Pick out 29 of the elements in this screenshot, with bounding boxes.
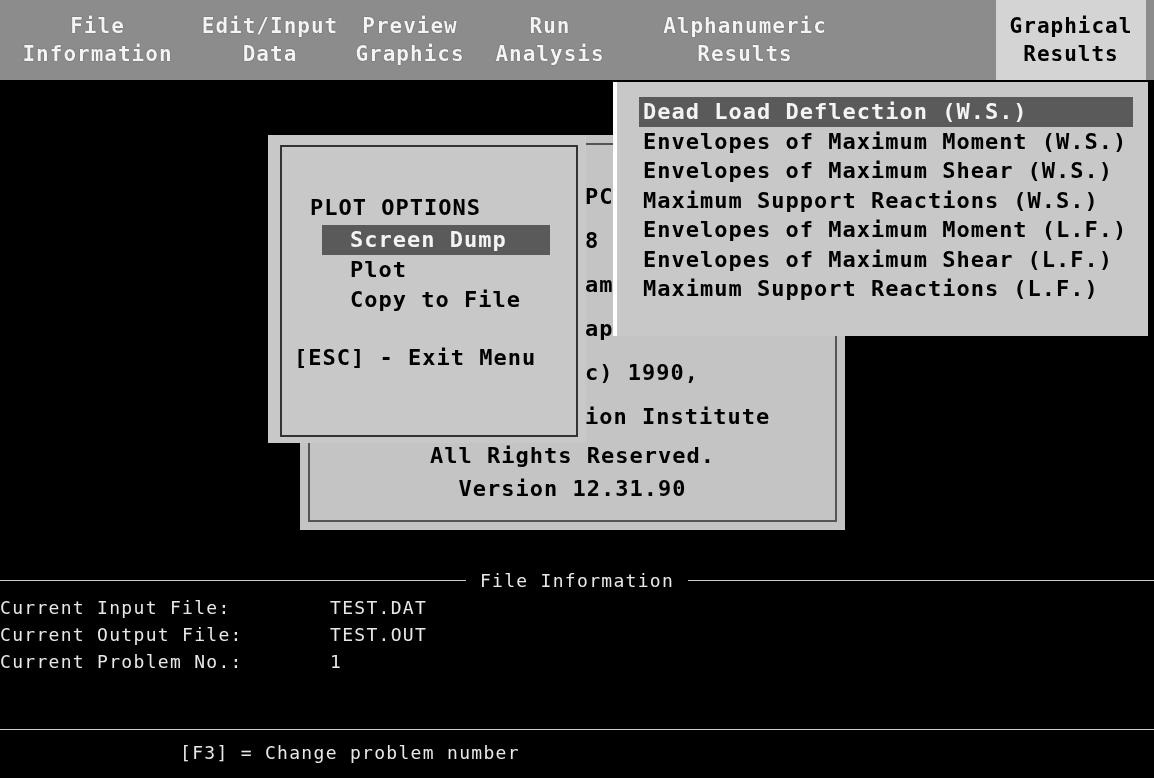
field-value: TEST.OUT bbox=[330, 623, 428, 647]
menu-item[interactable]: Graphical Results bbox=[996, 0, 1146, 80]
menu-option[interactable]: Copy to File bbox=[322, 285, 550, 315]
menu-option[interactable]: Envelopes of Maximum Shear (L.F.) bbox=[639, 244, 1133, 274]
menu-option[interactable]: Envelopes of Maximum Moment (L.F.) bbox=[639, 215, 1133, 245]
menu-option[interactable]: Envelopes of Maximum Moment (W.S.) bbox=[639, 126, 1133, 156]
field-value: TEST.DAT bbox=[330, 596, 428, 620]
about-text: 8 bbox=[585, 227, 600, 255]
section-title: File Information bbox=[478, 569, 676, 591]
exit-hint: [ESC] - Exit Menu bbox=[294, 344, 538, 372]
dialog-title: PLOT OPTIONS bbox=[310, 194, 482, 222]
about-text: ion Institute bbox=[585, 403, 771, 431]
field-label: Current Problem No.: bbox=[0, 650, 244, 674]
menu-option[interactable]: Maximum Support Reactions (W.S.) bbox=[639, 185, 1133, 215]
field-label: Current Input File: bbox=[0, 596, 232, 620]
about-text: Version 12.31.90 bbox=[457, 475, 688, 503]
about-text: c) 1990, bbox=[585, 359, 699, 387]
about-text: ap bbox=[585, 315, 614, 343]
about-text: am bbox=[585, 271, 614, 299]
menu-option[interactable]: Screen Dump bbox=[322, 225, 550, 255]
field-label: Current Output File: bbox=[0, 623, 244, 647]
about-text: PC bbox=[585, 183, 614, 211]
menu-option[interactable]: Maximum Support Reactions (L.F.) bbox=[639, 274, 1133, 304]
field-value: 1 bbox=[330, 650, 343, 674]
menu-option[interactable]: Dead Load Deflection (W.S.) bbox=[639, 97, 1133, 127]
menu-option[interactable]: Plot bbox=[322, 255, 550, 285]
status-hint: [F3] = Change problem number bbox=[180, 742, 520, 763]
menu-option[interactable]: Envelopes of Maximum Shear (W.S.) bbox=[639, 156, 1133, 186]
about-text: All Rights Reserved. bbox=[429, 442, 716, 470]
